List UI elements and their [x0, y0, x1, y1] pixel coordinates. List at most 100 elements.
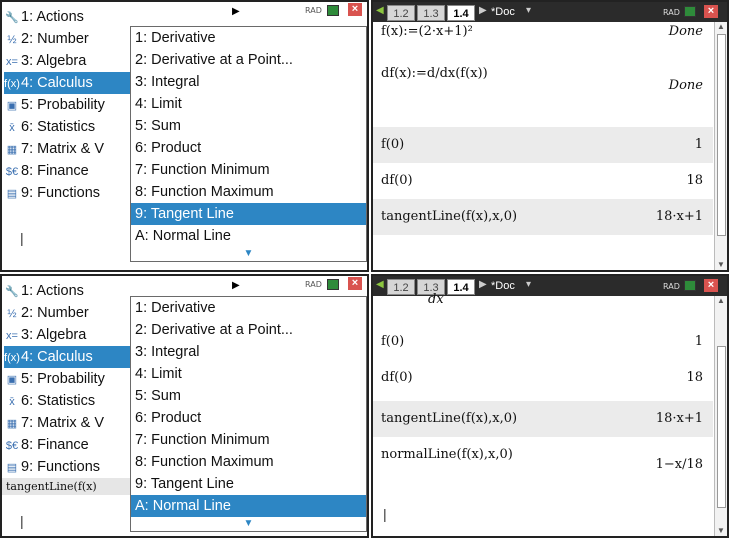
- functions-icon: ▤: [6, 188, 18, 200]
- menu-item-probability[interactable]: ▣ 5: Probability: [4, 94, 130, 116]
- menu-item-finance[interactable]: $€ 8: Finance: [4, 434, 130, 456]
- menu-item-statistics[interactable]: x̄ 6: Statistics: [4, 390, 130, 412]
- submenu-item[interactable]: 5: Sum: [131, 385, 366, 407]
- submenu-item[interactable]: A: Normal Line: [131, 225, 366, 247]
- submenu-item[interactable]: 5: Sum: [131, 115, 366, 137]
- close-icon[interactable]: ×: [348, 3, 362, 16]
- menu-item-algebra[interactable]: x= 3: Algebra: [4, 324, 130, 346]
- submenu-item[interactable]: 4: Limit: [131, 93, 366, 115]
- menu-item-matrix[interactable]: ▦ 7: Matrix & V: [4, 138, 130, 160]
- tab-1-3[interactable]: 1.3: [417, 5, 445, 21]
- tab-1-2[interactable]: 1.2: [387, 5, 415, 21]
- menu-item-algebra[interactable]: x= 3: Algebra: [4, 50, 130, 72]
- menu-key: 2: [21, 305, 30, 321]
- doc-menu-icon[interactable]: ▾: [526, 5, 531, 16]
- history-row[interactable]: f(0) 1: [373, 127, 713, 163]
- more-down-icon[interactable]: ▼: [131, 247, 366, 261]
- next-tab-icon[interactable]: ▶: [479, 5, 487, 16]
- history-expression: df(0): [381, 370, 413, 385]
- scrollbar[interactable]: ▲ ▼: [714, 296, 727, 536]
- tab-1-4[interactable]: 1.4: [447, 279, 475, 295]
- menu-item-finance[interactable]: $€ 8: Finance: [4, 160, 130, 182]
- history-row[interactable]: tangentLine(f(x),x,0) 18·x+1: [373, 401, 713, 437]
- entry-cursor[interactable]: |: [20, 230, 24, 246]
- submenu-item-normal-line[interactable]: A: Normal Line: [131, 495, 366, 517]
- menu-item-actions[interactable]: 🔧 1: Actions: [4, 6, 130, 28]
- menu-item-functions[interactable]: ▤ 9: Functions: [4, 182, 130, 204]
- submenu-item[interactable]: 1: Derivative: [131, 297, 366, 319]
- entry-line[interactable]: tangentLine(f(x): [2, 478, 130, 495]
- more-down-icon[interactable]: ▼: [131, 517, 366, 531]
- close-icon[interactable]: ×: [704, 5, 718, 18]
- menu-key: 9: [21, 185, 30, 201]
- menu-item-matrix[interactable]: ▦ 7: Matrix & V: [4, 412, 130, 434]
- functions-icon: ▤: [6, 462, 18, 474]
- submenu-item[interactable]: 1: Derivative: [131, 27, 366, 49]
- submenu-item[interactable]: 3: Integral: [131, 71, 366, 93]
- entry-cursor[interactable]: |: [20, 513, 24, 529]
- submenu-item[interactable]: 8: Function Maximum: [131, 181, 366, 203]
- menu-item-actions[interactable]: 🔧 1: Actions: [4, 280, 130, 302]
- history-row[interactable]: df(x):=d/dx(f(x)) Done: [373, 46, 713, 106]
- menu-label: Actions: [36, 283, 84, 299]
- submenu-item[interactable]: 8: Function Maximum: [131, 451, 366, 473]
- scroll-down-icon[interactable]: ▼: [715, 260, 727, 270]
- menu-item-calculus[interactable]: f(x)4: Calculus: [4, 346, 130, 368]
- submenu-item[interactable]: 9: Tangent Line: [131, 473, 366, 495]
- menu-key: 2: [21, 31, 30, 47]
- scroll-up-icon[interactable]: ▲: [715, 296, 727, 306]
- doc-label[interactable]: *Doc: [491, 278, 515, 294]
- menu-key: 1: [21, 283, 30, 299]
- menu-key: 5: [21, 97, 30, 113]
- finance-icon: $€: [5, 166, 19, 178]
- submenu-item[interactable]: 4: Limit: [131, 363, 366, 385]
- scroll-up-icon[interactable]: ▲: [715, 22, 727, 32]
- submenu-item[interactable]: 7: Function Minimum: [131, 429, 366, 451]
- menu-item-statistics[interactable]: x̄ 6: Statistics: [4, 116, 130, 138]
- history-row[interactable]: df(0) 18: [373, 360, 713, 396]
- matrix-icon: ▦: [6, 144, 18, 156]
- submenu-item[interactable]: 7: Function Minimum: [131, 159, 366, 181]
- history-expression: normalLine(f(x),x,0): [381, 447, 513, 462]
- battery-icon: [327, 279, 339, 290]
- next-tab-icon[interactable]: ▶: [479, 279, 487, 290]
- bottom-left-panel: ▶ RAD × 🔧 1: Actions ½ 2: Number x= 3: Alge…: [0, 274, 369, 538]
- prev-tab-icon[interactable]: ◀: [376, 5, 384, 16]
- menu-item-probability[interactable]: ▣ 5: Probability: [4, 368, 130, 390]
- scrollbar[interactable]: ▲ ▼: [714, 22, 727, 270]
- tab-1-4[interactable]: 1.4: [447, 5, 475, 21]
- history-result: Done: [668, 24, 703, 39]
- menu-item-number[interactable]: ½ 2: Number: [4, 28, 130, 50]
- tab-1-2[interactable]: 1.2: [387, 279, 415, 295]
- menu-label: Actions: [36, 9, 84, 25]
- history-row[interactable]: df(0) 18: [373, 163, 713, 199]
- submenu-item-tangent-line[interactable]: 9: Tangent Line: [131, 203, 366, 225]
- menu-item-functions[interactable]: ▤ 9: Functions: [4, 456, 130, 478]
- submenu-item[interactable]: 6: Product: [131, 137, 366, 159]
- submenu-item[interactable]: 6: Product: [131, 407, 366, 429]
- submenu-item[interactable]: 3: Integral: [131, 341, 366, 363]
- history-row[interactable]: f(0) 1: [373, 324, 713, 360]
- scroll-thumb[interactable]: [717, 34, 726, 236]
- history-rows: f(x):=(2·x+1)² Done df(x):=d/dx(f(x)) Do…: [373, 22, 713, 270]
- doc-label[interactable]: *Doc: [491, 4, 515, 20]
- history-row[interactable]: f(x):=(2·x+1)² Done: [373, 22, 713, 46]
- history-result: 18: [686, 173, 703, 188]
- doc-menu-icon[interactable]: ▾: [526, 279, 531, 290]
- scroll-thumb[interactable]: [717, 346, 726, 508]
- submenu-item[interactable]: 2: Derivative at a Point...: [131, 319, 366, 341]
- history-row[interactable]: tangentLine(f(x),x,0) 18·x+1: [373, 199, 713, 235]
- scroll-down-icon[interactable]: ▼: [715, 526, 727, 536]
- history-expression: f(x):=(2·x+1)²: [381, 24, 473, 39]
- prev-tab-icon[interactable]: ◀: [376, 279, 384, 290]
- submenu-item[interactable]: 2: Derivative at a Point...: [131, 49, 366, 71]
- history-row: dx: [373, 292, 713, 318]
- bottom-menu-area: ▶ RAD × 🔧 1: Actions ½ 2: Number x= 3: Alge…: [2, 276, 367, 536]
- history-rows: dx f(0) 1 df(0) 18 tangentLine(f(x),x,0)…: [373, 292, 713, 536]
- menu-item-calculus[interactable]: f(x)4: Calculus: [4, 72, 130, 94]
- history-row[interactable]: normalLine(f(x),x,0) 1−x/18: [373, 437, 713, 491]
- menu-item-number[interactable]: ½ 2: Number: [4, 302, 130, 324]
- close-icon[interactable]: ×: [348, 277, 362, 290]
- entry-cursor[interactable]: |: [383, 506, 387, 522]
- close-icon[interactable]: ×: [704, 279, 718, 292]
